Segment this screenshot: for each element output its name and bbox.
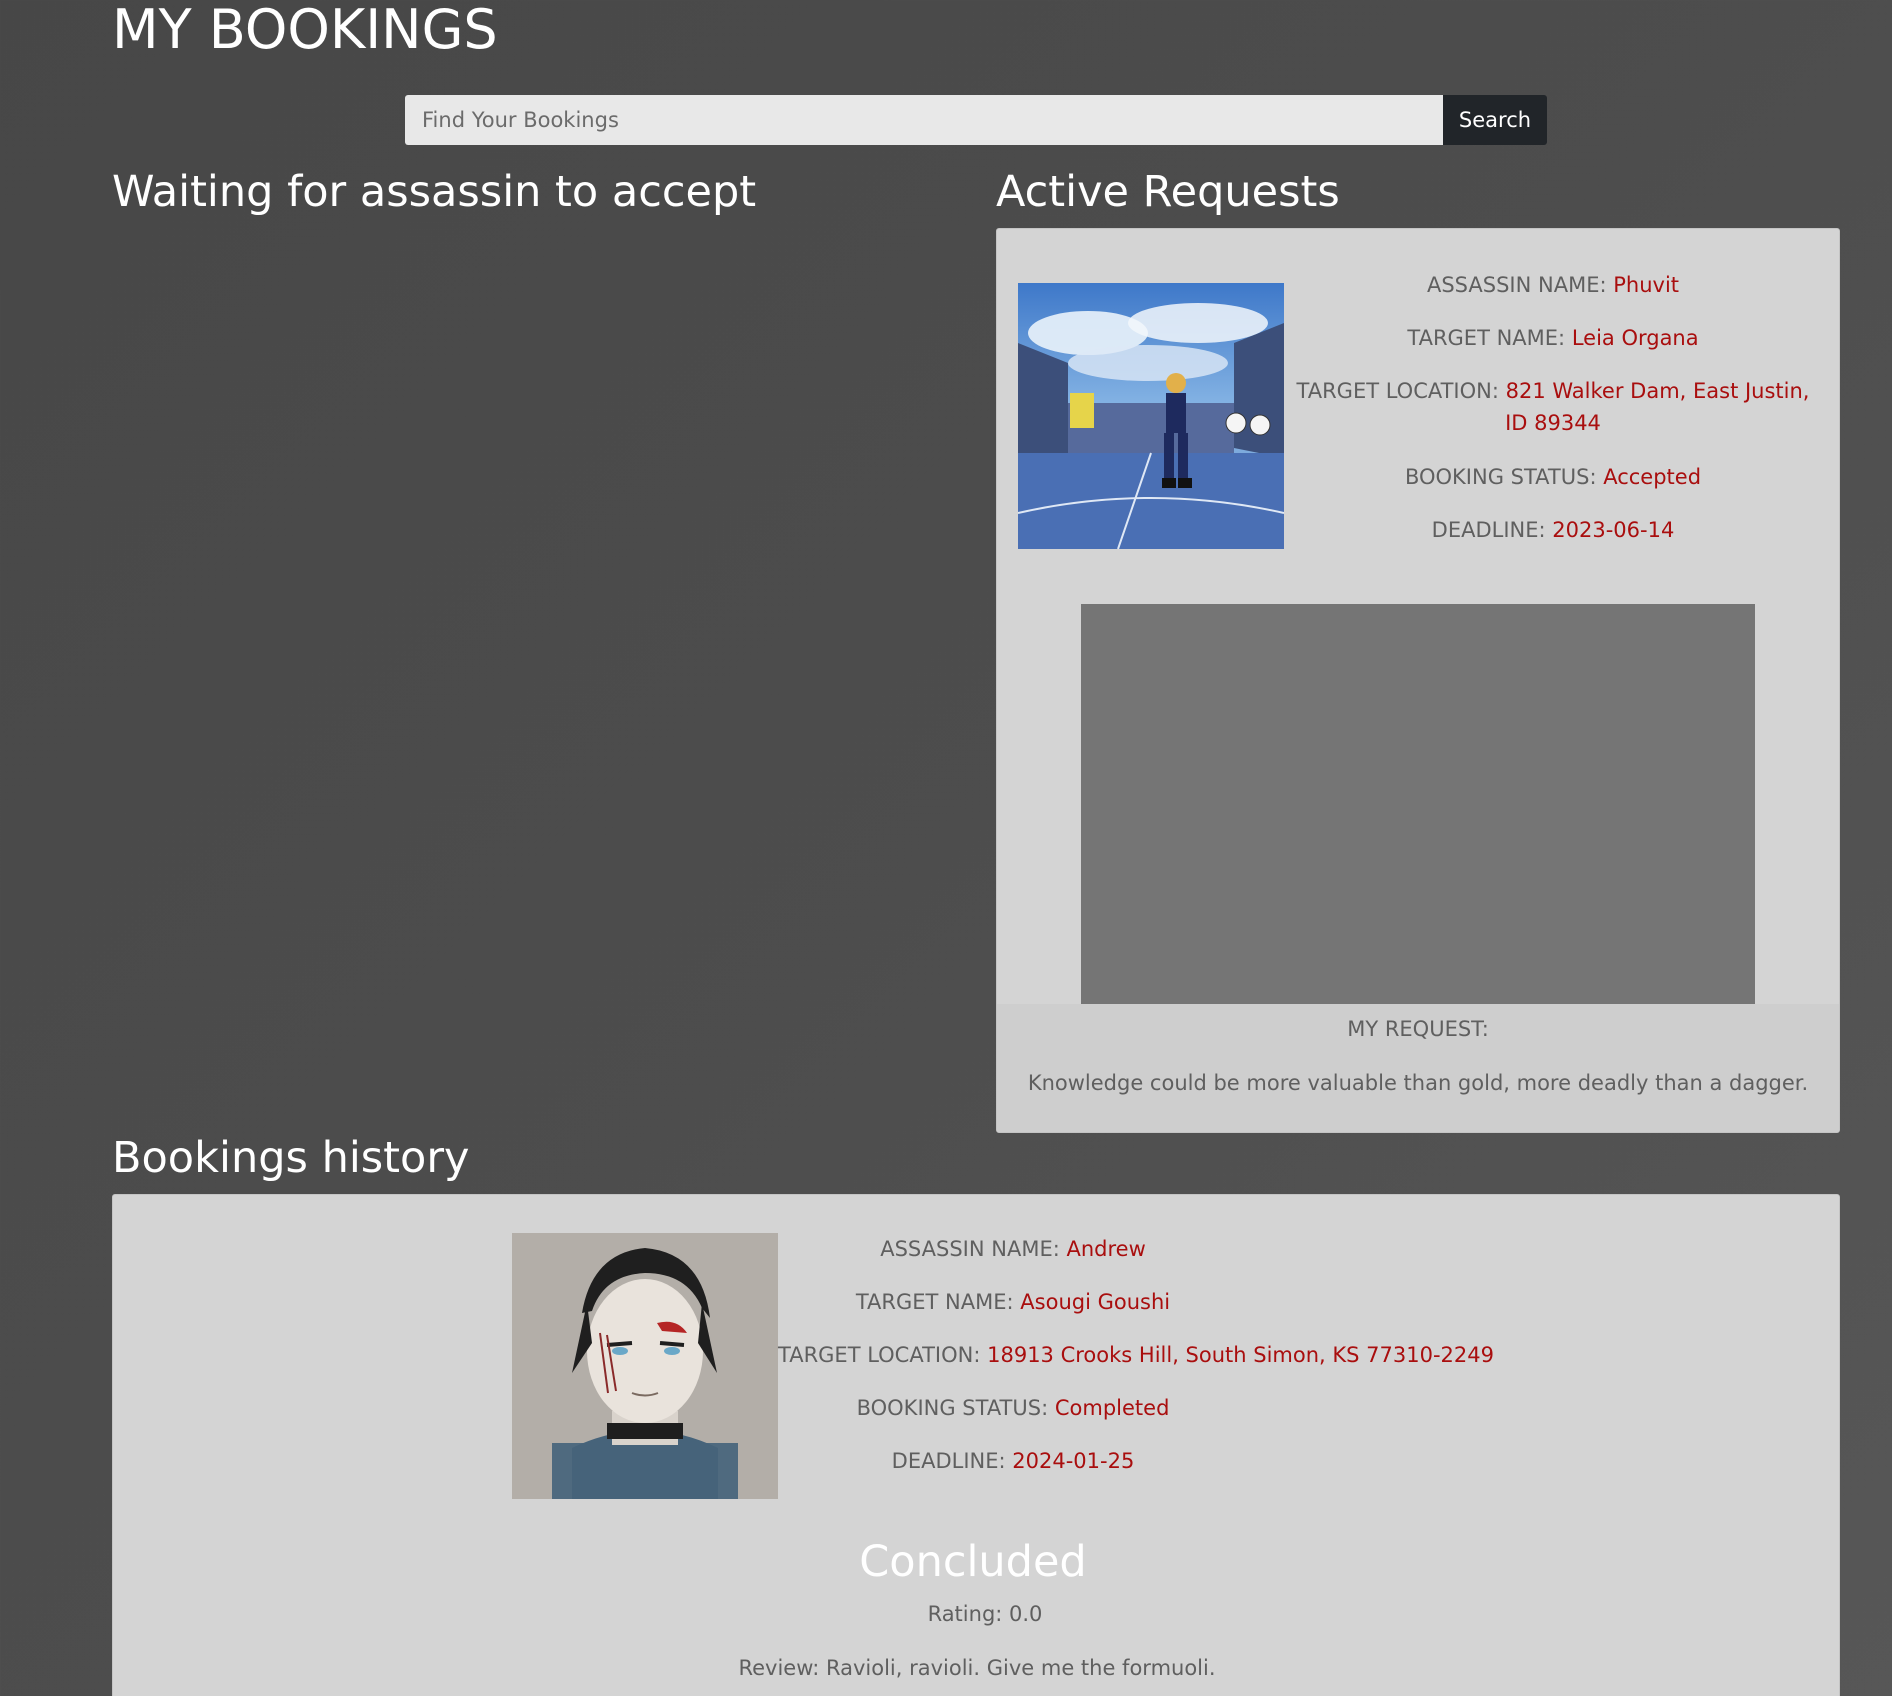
target-name-label: TARGET NAME:	[1407, 326, 1566, 350]
search-bar: Search	[405, 95, 1547, 145]
active-target-line: TARGET NAME: Leia Organa	[1287, 322, 1819, 354]
anime-soccer-player-image	[1018, 283, 1284, 549]
page-title: MY BOOKINGS	[112, 0, 498, 61]
active-assassin-line: ASSASSIN NAME: Phuvit	[1287, 269, 1819, 301]
concluded-title: Concluded	[859, 1537, 1087, 1587]
history-card: ASSASSIN NAME: Andrew TARGET NAME: Asoug…	[112, 1194, 1840, 1696]
active-status-line: BOOKING STATUS: Accepted	[1287, 461, 1819, 493]
target-name-label: TARGET NAME:	[855, 1290, 1014, 1314]
history-status-line: BOOKING STATUS: Completed	[753, 1392, 1273, 1424]
active-section-title: Active Requests	[996, 167, 1340, 217]
anime-portrait-image	[512, 1233, 778, 1499]
waiting-section-title: Waiting for assassin to accept	[112, 167, 757, 217]
booking-status-label: BOOKING STATUS:	[856, 1396, 1049, 1420]
active-deadline-line: DEADLINE: 2023-06-14	[1287, 514, 1819, 546]
history-assassin-line: ASSASSIN NAME: Andrew	[753, 1233, 1273, 1265]
deadline-value: 2023-06-14	[1552, 518, 1675, 542]
deadline-label: DEADLINE:	[891, 1449, 1006, 1473]
target-name-value: Asougi Goushi	[1020, 1290, 1171, 1314]
history-section-title: Bookings history	[112, 1133, 470, 1183]
assassin-name-label: ASSASSIN NAME:	[1426, 273, 1607, 297]
search-input[interactable]	[405, 95, 1443, 145]
booking-status-value: Accepted	[1603, 465, 1702, 489]
rating-text: Rating: 0.0	[927, 1602, 1043, 1626]
my-request-label: MY REQUEST:	[1347, 1017, 1489, 1041]
target-name-value: Leia Organa	[1571, 326, 1699, 350]
target-location-value: 821 Walker Dam, East Justin, ID 89344	[1505, 379, 1810, 435]
history-target-line: TARGET NAME: Asougi Goushi	[753, 1286, 1273, 1318]
review-text: Review: Ravioli, ravioli. Give me the fo…	[738, 1656, 1216, 1680]
assassin-name-label: ASSASSIN NAME:	[880, 1237, 1060, 1261]
active-location-line: TARGET LOCATION: 821 Walker Dam, East Ju…	[1287, 375, 1819, 439]
target-location-value: 18913 Crooks Hill, South Simon, KS 77310…	[987, 1343, 1494, 1367]
active-request-card: ASSASSIN NAME: Phuvit TARGET NAME: Leia …	[996, 228, 1840, 1133]
history-location-line: TARGET LOCATION: 18913 Crooks Hill, Sout…	[778, 1339, 1494, 1371]
target-location-label: TARGET LOCATION:	[778, 1343, 981, 1367]
my-request-text: Knowledge could be more valuable than go…	[1027, 1071, 1809, 1095]
assassin-name-value: Andrew	[1066, 1237, 1146, 1261]
my-request-band: MY REQUEST: Knowledge could be more valu…	[997, 1004, 1839, 1132]
assassin-name-value: Phuvit	[1613, 273, 1680, 297]
video-placeholder[interactable]	[1081, 604, 1755, 1004]
deadline-label: DEADLINE:	[1431, 518, 1546, 542]
booking-status-label: BOOKING STATUS:	[1404, 465, 1597, 489]
deadline-value: 2024-01-25	[1012, 1449, 1135, 1473]
search-button[interactable]: Search	[1443, 95, 1547, 145]
history-deadline-line: DEADLINE: 2024-01-25	[753, 1445, 1273, 1477]
target-location-label: TARGET LOCATION:	[1296, 379, 1499, 403]
booking-status-value: Completed	[1054, 1396, 1170, 1420]
